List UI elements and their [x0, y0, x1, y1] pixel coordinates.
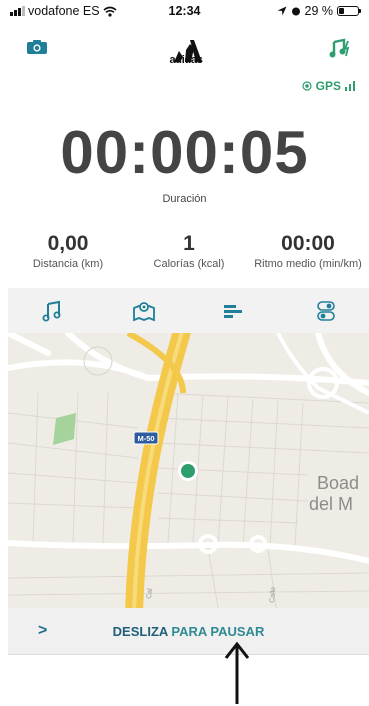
tab-map-icon[interactable]: [132, 300, 156, 322]
gps-indicator: GPS: [302, 79, 355, 93]
tab-music-note-icon[interactable]: [40, 300, 64, 322]
place-label-1: Boad: [317, 473, 359, 493]
duration-timer: 00:00:05: [60, 119, 309, 186]
slide-to-pause[interactable]: > DESLIZA PARA PAUSAR: [8, 608, 369, 655]
tab-bar-list-icon[interactable]: [222, 300, 246, 322]
pace-value: 00:00: [281, 232, 335, 255]
status-right: 29 %: [277, 4, 361, 18]
camera-icon[interactable]: [27, 40, 47, 54]
route-map[interactable]: M-50 Boad del M Cal Calle: [8, 333, 369, 608]
status-bar: vodafone ES 12:34 29 %: [0, 0, 369, 22]
slide-to-pause-label: DESLIZA PARA PAUSAR: [8, 624, 369, 639]
location-arrow-icon: [277, 6, 286, 16]
tab-toggles-icon[interactable]: [314, 300, 338, 322]
tab-bar: [8, 288, 369, 334]
duration-label: Duración: [162, 193, 207, 205]
place-label-2: del M: [309, 494, 353, 514]
battery-icon: [337, 6, 361, 16]
battery-percent: 29 %: [304, 4, 334, 18]
calories-value: 1: [183, 232, 195, 255]
distance-stat: 0,00 Distancia (km): [22, 232, 114, 270]
alarm-icon: [291, 7, 300, 16]
calories-stat: 1 Calorías (kcal): [142, 232, 236, 270]
slide-to-pause-label-part1: DESLIZA: [112, 624, 172, 639]
slide-to-pause-label-part2: PARA PAUSAR: [171, 624, 265, 639]
brand-wordmark: adidas: [169, 54, 203, 66]
gps-strength-icon: [345, 81, 355, 91]
pace-stat: 00:00 Ritmo medio (min/km): [247, 232, 369, 270]
street-label-1: Cal: [146, 588, 154, 600]
gps-signal-icon: [302, 81, 312, 91]
gps-label: GPS: [315, 79, 341, 93]
up-arrow-icon: [224, 641, 250, 704]
current-location-dot: [181, 464, 195, 478]
pace-label: Ritmo medio (min/km): [254, 258, 362, 270]
street-label-2: Calle: [269, 587, 277, 604]
highway-label: M-50: [137, 434, 154, 443]
distance-value: 0,00: [47, 232, 89, 255]
music-edit-icon[interactable]: [329, 38, 351, 58]
calories-label: Calorías (kcal): [153, 258, 225, 270]
distance-label: Distancia (km): [32, 258, 104, 270]
